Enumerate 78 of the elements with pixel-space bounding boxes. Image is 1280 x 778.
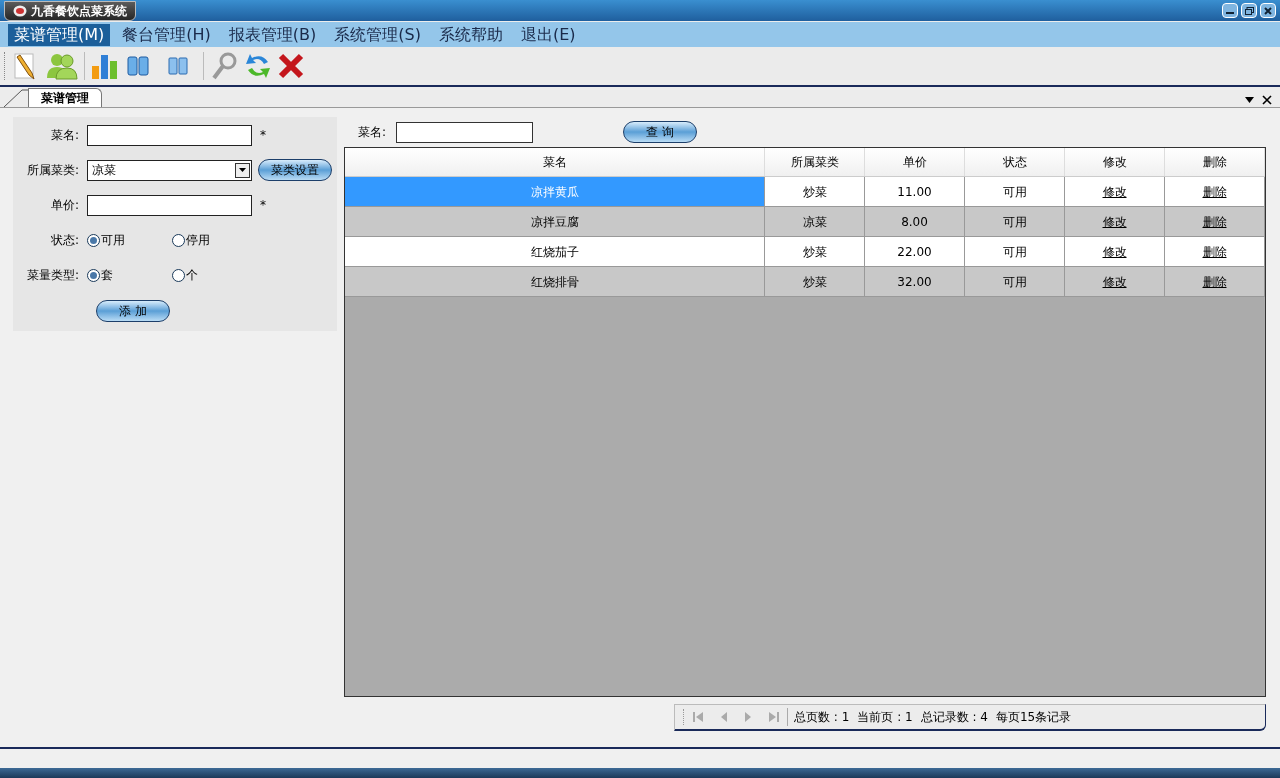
query-button[interactable]: 查 询 (623, 121, 698, 143)
radio-option[interactable]: 停用 (172, 231, 257, 249)
edit-link[interactable]: 修改 (1102, 212, 1127, 231)
menu-item[interactable]: 系统管理(S) (328, 23, 427, 46)
close-button[interactable] (1260, 3, 1276, 18)
restore-icon (1244, 6, 1254, 15)
table-cell: 凉拌黄瓜 (345, 177, 765, 206)
add-button[interactable]: 添 加 (96, 300, 170, 322)
radio-option[interactable]: 套 (87, 266, 172, 284)
table-cell: 凉菜 (765, 207, 865, 236)
column-header[interactable]: 修改 (1065, 148, 1165, 176)
field-label: 菜量类型: (25, 267, 80, 284)
tab-corner-icon (4, 89, 28, 107)
column-header[interactable]: 单价 (865, 148, 965, 176)
pager-info: 总记录数 : 4 (920, 709, 988, 726)
table-cell: 炒菜 (765, 237, 865, 266)
column-header[interactable]: 状态 (965, 148, 1065, 176)
table-cell: 炒菜 (765, 177, 865, 206)
table-cell: 32.00 (865, 267, 965, 296)
document-tab[interactable]: 菜谱管理 (28, 88, 102, 107)
column-header[interactable]: 删除 (1165, 148, 1265, 176)
column-header[interactable]: 所属菜类 (765, 148, 865, 176)
restore-button[interactable] (1241, 3, 1257, 18)
dish-name-field[interactable] (87, 124, 252, 146)
column-header[interactable]: 菜名 (345, 148, 765, 176)
dropdown-arrow-icon (239, 168, 246, 172)
menu-item[interactable]: 退出(E) (514, 23, 582, 46)
table-row[interactable]: 红烧排骨 炒菜 32.00 可用 修改 删除 (345, 267, 1265, 297)
table-cell: 炒菜 (765, 267, 865, 296)
field-label: 单价: (49, 197, 80, 214)
table-cell: 可用 (965, 267, 1065, 296)
table-cell: 22.00 (865, 237, 965, 266)
field-label: 状态: (49, 232, 80, 249)
pager-info: 总页数 : 1 (794, 709, 850, 726)
field-label: 所属菜类: (25, 162, 80, 179)
window-title: 九香餐饮点菜系统 (31, 2, 127, 20)
dropdown-icon[interactable] (1245, 97, 1254, 103)
menu-item[interactable]: 报表管理(B) (222, 23, 323, 46)
table-cell: 凉拌豆腐 (345, 207, 765, 236)
table-cell: 可用 (965, 207, 1065, 236)
radio-option[interactable]: 个 (172, 266, 257, 284)
table-row[interactable]: 凉拌豆腐 凉菜 8.00 可用 修改 删除 (345, 207, 1265, 237)
delete-link[interactable]: 删除 (1202, 212, 1227, 231)
bar-chart-icon[interactable] (91, 52, 119, 80)
close-icon[interactable] (1262, 95, 1272, 105)
close-icon (1264, 6, 1272, 15)
pager-info: 每页15条记录 (995, 709, 1072, 726)
table-cell: 11.00 (865, 177, 965, 206)
app-logo-icon (13, 4, 27, 17)
edit-link[interactable]: 修改 (1102, 272, 1127, 291)
table-cell: 红烧排骨 (345, 267, 765, 296)
menu-item[interactable]: 系统帮助 (432, 23, 509, 46)
radio-option[interactable]: 可用 (87, 231, 172, 249)
table-row[interactable]: 红烧茄子 炒菜 22.00 可用 修改 删除 (345, 237, 1265, 267)
table-cell: 可用 (965, 177, 1065, 206)
delete-link[interactable]: 删除 (1202, 182, 1227, 201)
required-mark: * (260, 197, 266, 214)
category-dropdown[interactable]: 凉菜 (87, 159, 252, 181)
field-label: 菜名: (49, 127, 80, 144)
menu-item[interactable]: 餐台管理(H) (116, 23, 217, 46)
menu-item[interactable]: 菜谱管理(M) (8, 23, 111, 46)
search-label: 菜名: (358, 124, 387, 141)
delete-link[interactable]: 删除 (1202, 242, 1227, 261)
price-field[interactable] (87, 194, 252, 216)
columns-icon[interactable] (125, 53, 151, 79)
category-settings-button[interactable]: 菜类设置 (258, 159, 332, 181)
edit-link[interactable]: 修改 (1102, 242, 1127, 261)
required-mark: * (260, 127, 266, 144)
table-cell: 红烧茄子 (345, 237, 765, 266)
table-row[interactable]: 凉拌黄瓜 炒菜 11.00 可用 修改 删除 (345, 177, 1265, 207)
minimize-button[interactable] (1222, 3, 1238, 18)
edit-link[interactable]: 修改 (1102, 182, 1127, 201)
pager-info: 当前页 : 1 (857, 709, 913, 726)
x-mark-icon[interactable] (278, 53, 304, 79)
delete-link[interactable]: 删除 (1202, 272, 1227, 291)
table-cell: 8.00 (865, 207, 965, 236)
search-field[interactable] (396, 121, 534, 143)
table-cell: 可用 (965, 237, 1065, 266)
